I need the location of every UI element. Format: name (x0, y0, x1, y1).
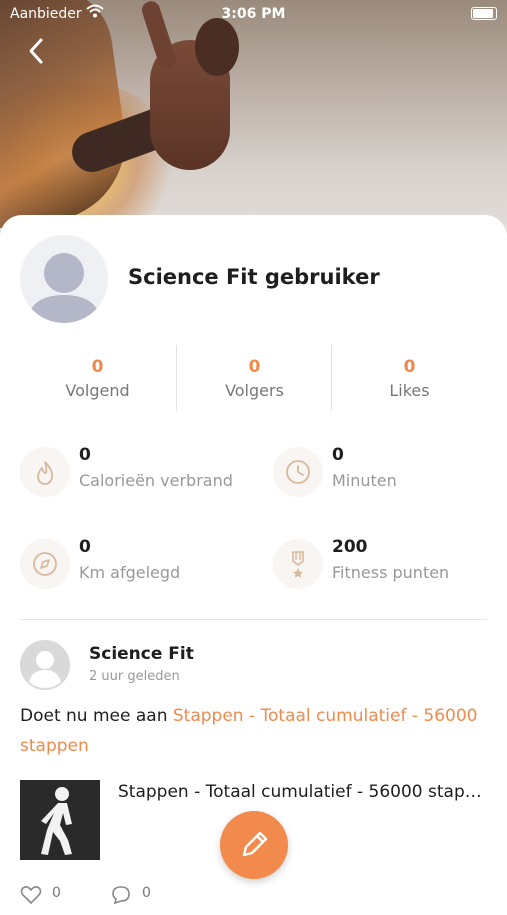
followers-count: 0 (248, 357, 261, 377)
clock-icon (273, 447, 323, 497)
attachment-title[interactable]: Stappen - Totaal cumulatief - 56000 stap… (118, 782, 483, 802)
hero-image (0, 0, 507, 250)
post-text: Doet nu mee aan Stappen - Totaal cumulat… (20, 701, 480, 761)
heart-icon (20, 886, 42, 905)
post-timestamp: 2 uur geleden (89, 669, 180, 684)
comment-button[interactable]: 0 (110, 885, 151, 905)
minutes-stat: 0 Minuten (273, 443, 503, 503)
fitness-points-stat: 200 Fitness punten (273, 535, 503, 595)
likes-count: 0 (403, 357, 416, 377)
comment-icon (112, 886, 130, 905)
likes-stat[interactable]: 0 Likes (332, 345, 487, 413)
medal-icon (273, 539, 323, 589)
pencil-icon (242, 831, 268, 857)
comment-count: 0 (142, 885, 151, 901)
chevron-left-icon (29, 38, 43, 64)
following-stat[interactable]: 0 Volgend (20, 345, 175, 413)
compass-icon (20, 539, 70, 589)
fitness-points-label: Fitness punten (332, 563, 450, 582)
attachment-thumbnail[interactable] (20, 780, 100, 860)
section-divider (20, 619, 487, 620)
minutes-value: 0 (332, 445, 344, 465)
user-icon (20, 640, 70, 690)
distance-value: 0 (79, 537, 91, 557)
followers-label: Volgers (225, 381, 284, 400)
minutes-label: Minuten (332, 471, 397, 490)
walking-person-icon (20, 780, 100, 860)
user-icon (26, 253, 102, 323)
distance-label: Km afgelegd (79, 563, 181, 582)
distance-stat: 0 Km afgelegd (20, 535, 250, 595)
followers-stat[interactable]: 0 Volgers (177, 345, 332, 413)
likes-label: Likes (389, 381, 430, 400)
avatar[interactable] (20, 235, 108, 323)
fitness-points-value: 200 (332, 537, 368, 557)
status-bar: Aanbieder 3:06 PM (0, 0, 507, 30)
like-count: 0 (52, 885, 61, 901)
back-button[interactable] (22, 34, 52, 68)
calories-label: Calorieën verbrand (79, 471, 233, 490)
clock-time: 3:06 PM (221, 6, 286, 22)
flame-icon (20, 447, 70, 497)
follow-stats: 0 Volgend 0 Volgers 0 Likes (20, 345, 487, 413)
post-author-avatar[interactable] (20, 640, 70, 690)
calories-value: 0 (79, 445, 91, 465)
post-text-prefix: Doet nu mee aan (20, 706, 173, 726)
like-button[interactable]: 0 (20, 885, 61, 905)
battery-icon (471, 7, 497, 20)
following-count: 0 (91, 357, 104, 377)
profile-card: Science Fit gebruiker 0 Volgend 0 Volger… (0, 215, 507, 915)
following-label: Volgend (65, 381, 130, 400)
profile-name: Science Fit gebruiker (128, 265, 380, 289)
calories-stat: 0 Calorieën verbrand (20, 443, 250, 503)
post-author-name[interactable]: Science Fit (89, 644, 194, 664)
compose-button[interactable] (220, 811, 288, 879)
